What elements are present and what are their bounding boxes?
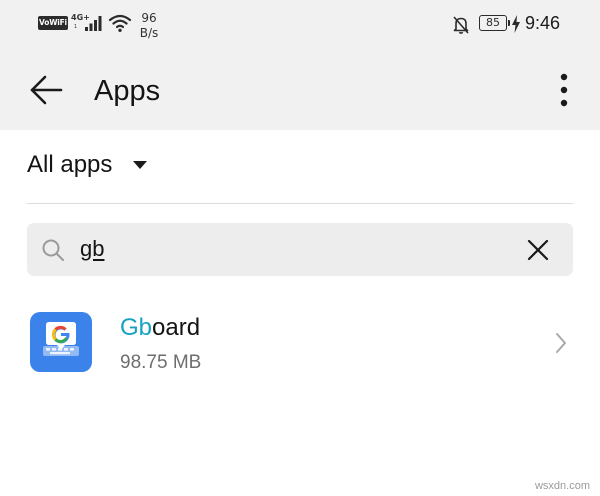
more-vertical-icon bbox=[560, 73, 568, 107]
network-speed-unit: B/s bbox=[139, 26, 159, 40]
wifi-icon bbox=[108, 14, 132, 32]
app-list-item[interactable]: Gboard 98.75 MB bbox=[0, 298, 600, 384]
apps-settings-screen: VoWiFi 4G+ 1 96 B/s 85 9:46 Apps All app… bbox=[0, 0, 600, 496]
app-name: Gboard bbox=[120, 313, 200, 343]
chevron-right-icon bbox=[556, 333, 566, 353]
close-icon bbox=[527, 239, 549, 261]
app-size: 98.75 MB bbox=[120, 352, 202, 373]
status-bar: VoWiFi 4G+ 1 96 B/s 85 9:46 bbox=[0, 0, 600, 50]
app-name-match: Gb bbox=[120, 314, 153, 341]
app-filter-dropdown[interactable]: All apps bbox=[27, 148, 148, 182]
search-box[interactable] bbox=[27, 223, 573, 276]
filter-label: All apps bbox=[27, 151, 113, 178]
search-icon bbox=[42, 239, 64, 261]
search-input[interactable] bbox=[80, 233, 500, 265]
back-button[interactable] bbox=[24, 68, 68, 112]
bell-off-icon bbox=[453, 16, 469, 34]
caret-down-icon bbox=[133, 161, 148, 169]
bolt-icon bbox=[512, 15, 520, 33]
section-divider bbox=[27, 203, 573, 204]
arrow-left-icon bbox=[30, 75, 63, 105]
gboard-icon bbox=[30, 312, 92, 372]
network-sub-label: 1 bbox=[74, 24, 78, 30]
network-speed-value: 96 bbox=[141, 11, 157, 25]
signal-icon bbox=[85, 16, 102, 31]
clock: 9:46 bbox=[525, 13, 561, 33]
clear-search-button[interactable] bbox=[521, 233, 555, 267]
vowifi-badge: VoWiFi bbox=[38, 16, 68, 30]
watermark: wsxdn.com bbox=[534, 480, 590, 492]
page-title: Apps bbox=[94, 75, 161, 107]
more-options-button[interactable] bbox=[546, 68, 582, 112]
battery-icon: 85 bbox=[479, 15, 510, 31]
app-name-rest: oard bbox=[152, 314, 201, 341]
network-speed: 96 B/s bbox=[134, 11, 164, 41]
